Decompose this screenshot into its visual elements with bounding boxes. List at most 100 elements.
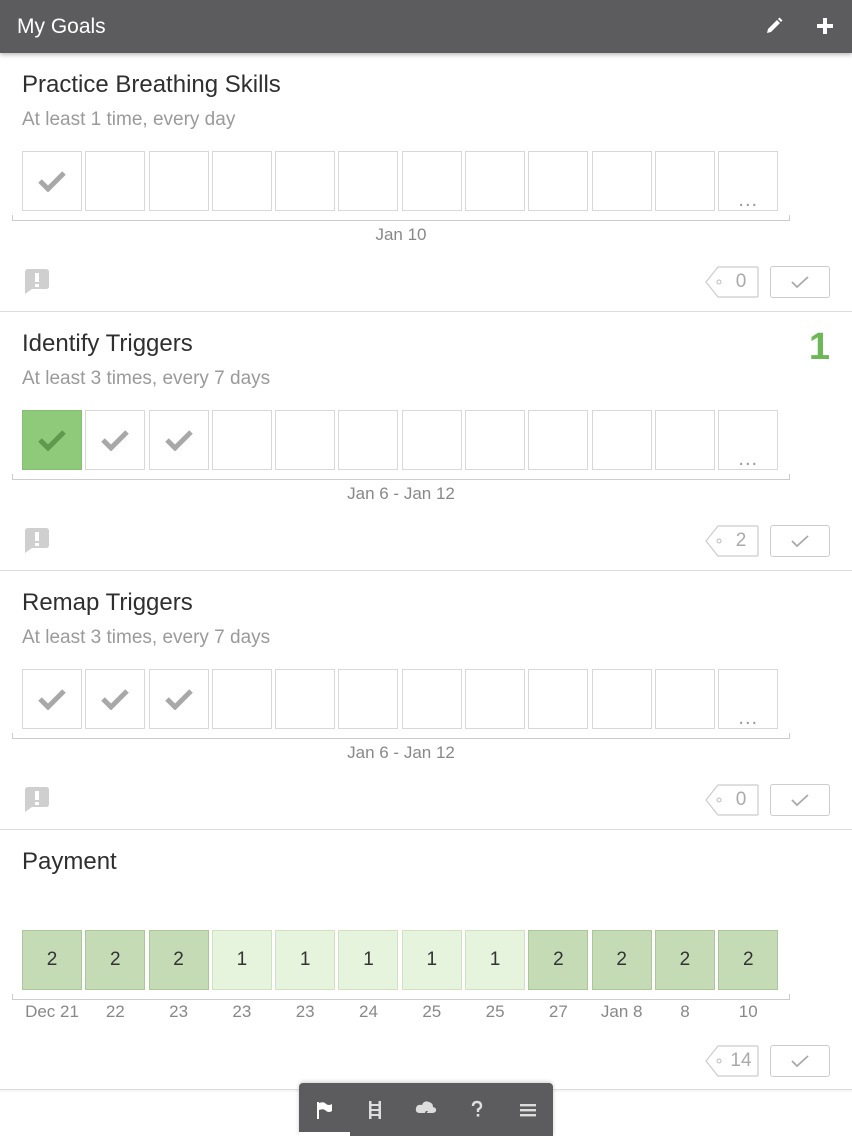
goal-cell[interactable] bbox=[338, 410, 399, 470]
goal-cell[interactable] bbox=[148, 151, 209, 211]
check-in-button[interactable] bbox=[770, 525, 830, 557]
goal-cell[interactable] bbox=[465, 410, 526, 470]
goal-cell[interactable] bbox=[211, 669, 272, 729]
checkmark-icon bbox=[791, 276, 809, 289]
date-label: 23 bbox=[232, 1002, 252, 1021]
goal-cell[interactable] bbox=[85, 410, 146, 470]
tab-goals[interactable] bbox=[299, 1083, 350, 1136]
goal-cell[interactable] bbox=[401, 151, 462, 211]
tab-weather[interactable] bbox=[401, 1083, 452, 1136]
date-range: Jan 10 bbox=[375, 225, 427, 244]
goal-cell[interactable] bbox=[528, 151, 589, 211]
payment-cell[interactable]: 2 bbox=[718, 930, 779, 990]
date-label: 23 bbox=[169, 1002, 189, 1021]
range-bracket bbox=[12, 215, 790, 221]
more-cells-button[interactable]: ... bbox=[718, 151, 779, 211]
tag-count-button[interactable]: 2 bbox=[705, 525, 759, 557]
goal-cell[interactable] bbox=[591, 410, 652, 470]
date-label: 8 bbox=[680, 1002, 690, 1021]
goal-cell[interactable] bbox=[401, 410, 462, 470]
date-label: 22 bbox=[105, 1002, 125, 1021]
alert-icon[interactable] bbox=[22, 784, 52, 814]
alert-icon[interactable] bbox=[22, 525, 52, 555]
goal-cell[interactable] bbox=[85, 151, 146, 211]
payment-cell[interactable]: 2 bbox=[591, 930, 652, 990]
goal-cell[interactable] bbox=[211, 410, 272, 470]
tab-menu[interactable] bbox=[502, 1083, 553, 1136]
payment-cell[interactable]: 1 bbox=[338, 930, 399, 990]
goal-cell[interactable] bbox=[654, 151, 715, 211]
goal-cell[interactable] bbox=[654, 410, 715, 470]
tab-ladder[interactable] bbox=[350, 1083, 401, 1136]
goal-cell[interactable] bbox=[591, 669, 652, 729]
check-in-button[interactable] bbox=[770, 266, 830, 298]
goal-cell[interactable] bbox=[275, 151, 336, 211]
goal-cell[interactable] bbox=[338, 151, 399, 211]
date-label: 25 bbox=[485, 1002, 505, 1021]
goal-cell[interactable] bbox=[401, 669, 462, 729]
payment-cell[interactable]: 2 bbox=[148, 930, 209, 990]
payment-cell[interactable]: 1 bbox=[275, 930, 336, 990]
goal-cell[interactable] bbox=[22, 410, 82, 470]
goal-cell[interactable] bbox=[528, 410, 589, 470]
more-cells-button[interactable]: ... bbox=[718, 410, 779, 470]
goal-cell[interactable] bbox=[85, 669, 146, 729]
goal-cell[interactable] bbox=[148, 410, 209, 470]
checkmark-icon bbox=[791, 1055, 809, 1068]
payment-cell[interactable]: 2 bbox=[528, 930, 589, 990]
tag-count-button[interactable]: 14 bbox=[705, 1045, 759, 1077]
goal-cell-row: ... bbox=[22, 151, 782, 211]
payment-cell[interactable]: 1 bbox=[465, 930, 526, 990]
bottom-nav bbox=[299, 1083, 553, 1136]
goal-cell[interactable] bbox=[22, 151, 82, 211]
ladder-icon bbox=[369, 1100, 382, 1119]
check-icon bbox=[101, 430, 130, 451]
plus-icon[interactable] bbox=[813, 14, 837, 38]
goal-title: Identify Triggers bbox=[22, 330, 193, 357]
check-in-button[interactable] bbox=[770, 784, 830, 816]
goal-cell[interactable] bbox=[654, 669, 715, 729]
date-label: 23 bbox=[295, 1002, 315, 1021]
date-label: 24 bbox=[359, 1002, 378, 1021]
tab-help[interactable] bbox=[451, 1083, 502, 1136]
goal-cell[interactable] bbox=[22, 669, 82, 729]
payment-cell[interactable]: 2 bbox=[654, 930, 715, 990]
goal-cell[interactable] bbox=[465, 151, 526, 211]
payment-card[interactable]: Payment 2 2 2 1 1 1 1 1 2 2 2 2 Dec 21 2… bbox=[0, 830, 852, 1090]
checkmark-icon bbox=[791, 535, 809, 548]
pencil-icon[interactable] bbox=[762, 14, 786, 38]
payment-cell[interactable]: 1 bbox=[401, 930, 462, 990]
goal-cell[interactable] bbox=[338, 669, 399, 729]
goal-cell[interactable] bbox=[465, 669, 526, 729]
goal-cell[interactable] bbox=[148, 669, 209, 729]
goal-cell[interactable] bbox=[528, 669, 589, 729]
payment-cell[interactable]: 2 bbox=[22, 930, 82, 990]
goal-frequency: At least 3 times, every 7 days bbox=[22, 368, 271, 389]
more-label: ... bbox=[738, 189, 759, 211]
date-range: Jan 6 - Jan 12 bbox=[347, 484, 455, 503]
goal-card[interactable]: Identify Triggers At least 3 times, ever… bbox=[0, 312, 852, 571]
alert-icon[interactable] bbox=[22, 266, 52, 296]
date-label: Dec 21 bbox=[25, 1002, 79, 1021]
checkmark-icon bbox=[791, 794, 809, 807]
goal-score: 1 bbox=[808, 326, 830, 368]
date-label: 10 bbox=[738, 1002, 758, 1021]
goal-title: Payment bbox=[22, 848, 117, 875]
goal-cell[interactable] bbox=[275, 669, 336, 729]
goal-card[interactable]: Practice Breathing Skills At least 1 tim… bbox=[0, 53, 852, 312]
goal-cell[interactable] bbox=[275, 410, 336, 470]
date-label: Jan 8 bbox=[600, 1002, 643, 1021]
more-label: ... bbox=[738, 448, 759, 470]
check-in-button[interactable] bbox=[770, 1045, 830, 1077]
goal-cell[interactable] bbox=[211, 151, 272, 211]
tag-count-button[interactable]: 0 bbox=[705, 266, 759, 298]
page-title: My Goals bbox=[17, 14, 106, 38]
range-bracket bbox=[12, 733, 790, 739]
more-cells-button[interactable]: ... bbox=[718, 669, 779, 729]
tag-count-button[interactable]: 0 bbox=[705, 784, 759, 816]
goal-cell[interactable] bbox=[591, 151, 652, 211]
payment-cell[interactable]: 1 bbox=[211, 930, 272, 990]
payment-cell[interactable]: 2 bbox=[85, 930, 146, 990]
date-label: 25 bbox=[422, 1002, 442, 1021]
goal-card[interactable]: Remap Triggers At least 3 times, every 7… bbox=[0, 571, 852, 830]
